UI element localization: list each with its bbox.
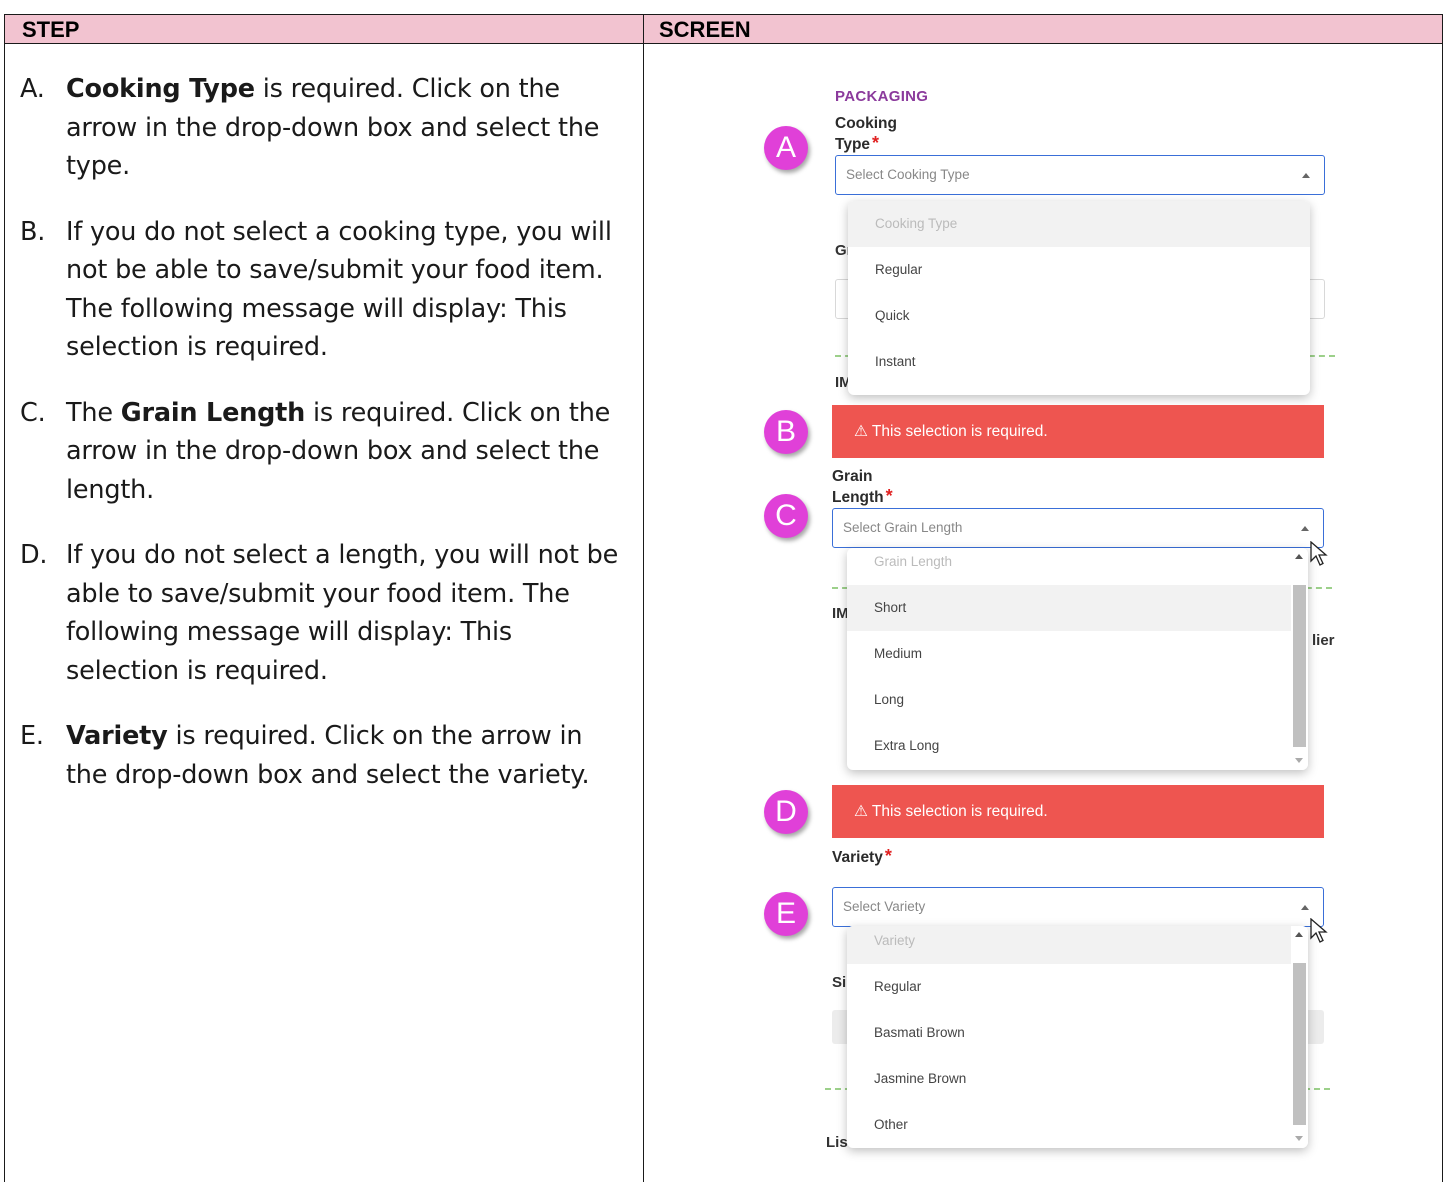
grain-length-select[interactable]: Select Grain Length	[832, 508, 1324, 548]
variety-option-regular[interactable]: Regular	[847, 964, 1308, 1010]
grain-option-long[interactable]: Long	[847, 677, 1308, 723]
variety-option-basmati-brown[interactable]: Basmati Brown	[847, 1010, 1308, 1056]
step-item: A. Cooking Type is required. Click on the…	[20, 70, 630, 186]
cooking-option-regular[interactable]: Regular	[848, 247, 1310, 293]
required-asterisk: *	[884, 846, 892, 866]
scroll-thumb[interactable]	[1293, 585, 1306, 747]
required-asterisk: *	[872, 133, 880, 153]
step-text: If you do not select a length, you will …	[66, 540, 619, 686]
grain-length-error: ⚠ This selection is required.	[832, 785, 1324, 838]
step-text: If you do not select a cooking type, you…	[66, 216, 612, 363]
variety-label-text: Variety	[832, 849, 883, 866]
cooking-option-instant[interactable]: Instant	[848, 339, 1310, 385]
step-letter: A.	[20, 74, 45, 104]
step-letter: E.	[20, 721, 44, 751]
scroll-thumb[interactable]	[1293, 963, 1306, 1125]
grain-option-medium[interactable]: Medium	[847, 631, 1308, 677]
variety-menu: Variety Regular Basmati Brown Jasmine Br…	[847, 926, 1308, 1148]
obscured-label: Si	[832, 974, 847, 991]
step-text: The	[66, 397, 121, 428]
variety-menu-scrollbar[interactable]	[1291, 926, 1308, 1148]
step-letter: C.	[20, 397, 46, 428]
step-keyword: Cooking Type	[66, 74, 255, 104]
scroll-down-icon[interactable]	[1295, 1136, 1303, 1141]
header-screen: SCREEN	[659, 17, 751, 42]
badge-e: E	[764, 892, 808, 936]
step-letter: B.	[20, 216, 46, 247]
variety-option-placeholder: Variety	[847, 926, 1291, 964]
grain-length-menu: Grain Length Short Medium Long Extra Lon…	[847, 548, 1308, 770]
variety-select[interactable]: Select Variety	[832, 887, 1324, 927]
grain-length-label-text: Grain Length	[832, 468, 884, 506]
mouse-cursor-icon	[1310, 541, 1328, 566]
cooking-option-placeholder: Cooking Type	[848, 201, 1310, 247]
grain-option-placeholder: Grain Length	[874, 554, 953, 569]
scroll-up-icon[interactable]	[1295, 932, 1303, 937]
cooking-type-label-text: Cooking Type	[835, 115, 897, 153]
header-step: STEP	[22, 17, 80, 42]
cooking-option-quick[interactable]: Quick	[848, 293, 1310, 339]
page: STEP SCREEN A. Cooking Type is required. …	[0, 0, 1449, 1182]
step-item: B. If you do not select a cooking type, y…	[20, 213, 630, 367]
variety-option-other[interactable]: Other	[847, 1102, 1308, 1148]
badge-c: C	[764, 494, 808, 538]
badge-b: B	[764, 410, 808, 454]
cooking-type-menu: Cooking Type Regular Quick Instant	[848, 201, 1310, 395]
chevron-up-icon	[1301, 905, 1309, 910]
step-letter: D.	[20, 540, 48, 570]
column-divider	[643, 15, 644, 1182]
variety-placeholder: Select Variety	[843, 899, 926, 914]
cooking-type-error: ⚠ This selection is required.	[832, 405, 1324, 458]
scroll-down-icon[interactable]	[1295, 758, 1303, 763]
grain-option-extra-long[interactable]: Extra Long	[847, 723, 1308, 769]
obscured-label: Lis	[826, 1134, 848, 1151]
chevron-up-icon	[1302, 173, 1310, 178]
cooking-type-label: Cooking Type *	[835, 115, 897, 154]
step-list: A. Cooking Type is required. Click on the…	[20, 70, 630, 821]
cooking-type-placeholder: Select Cooking Type	[846, 167, 970, 182]
variety-label: Variety *	[832, 846, 892, 867]
chevron-up-icon	[1301, 526, 1309, 531]
obscured-text: lier	[1312, 632, 1335, 649]
mouse-cursor-icon	[1310, 918, 1328, 943]
section-title: PACKAGING	[835, 88, 929, 105]
step-item: E. Variety is required. Click on the arro…	[20, 717, 630, 794]
grain-length-label: Grain Length *	[832, 468, 893, 507]
badge-a: A	[764, 126, 808, 170]
table-header: STEP SCREEN	[5, 15, 1442, 44]
grain-menu-scrollbar[interactable]	[1291, 548, 1308, 770]
step-item: C. The Grain Length is required. Click on…	[20, 394, 630, 510]
grain-option-short[interactable]: Short	[847, 585, 1291, 631]
step-keyword: Variety	[66, 721, 168, 751]
scroll-up-icon[interactable]	[1295, 554, 1303, 559]
cooking-type-select[interactable]: Select Cooking Type	[835, 155, 1325, 195]
step-keyword: Grain Length	[120, 397, 306, 428]
badge-d: D	[764, 790, 808, 834]
grain-length-placeholder: Select Grain Length	[843, 520, 963, 535]
required-asterisk: *	[885, 486, 893, 506]
step-item: D. If you do not select a length, you wil…	[20, 536, 630, 690]
variety-option-jasmine-brown[interactable]: Jasmine Brown	[847, 1056, 1308, 1102]
